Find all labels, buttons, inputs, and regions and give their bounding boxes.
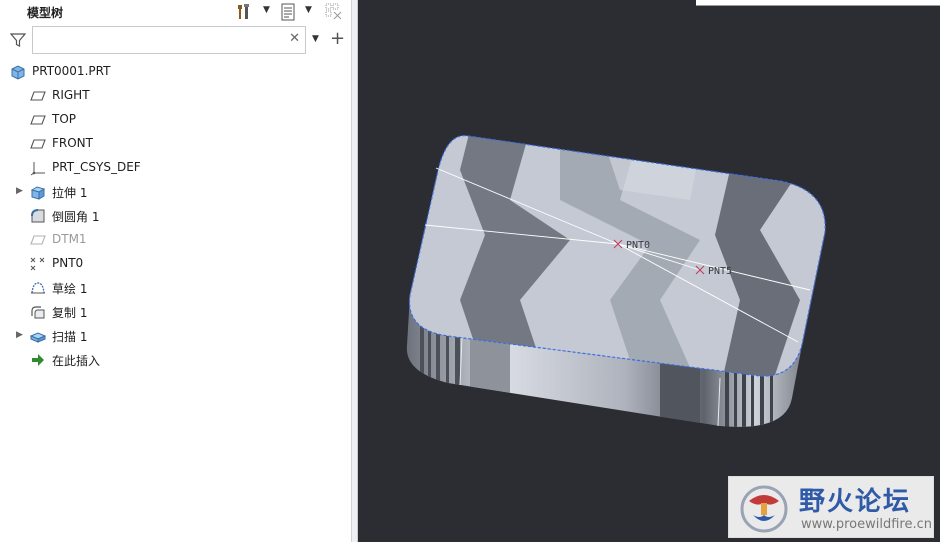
tree-item-label: PNT0 (52, 256, 84, 270)
insert-here-icon (30, 352, 46, 368)
show-settings-icon[interactable] (278, 2, 298, 22)
watermark-url: www.proewildfire.cn (801, 517, 932, 532)
tree-item[interactable]: DTM1 (0, 228, 352, 252)
model-tree: PRT0001.PRT RIGHT TOP FRONT PRT_CSYS_DEF ▶ 拉伸 … (0, 60, 352, 372)
tree-item-label: 倒圆角 1 (52, 210, 100, 224)
tree-item-label: FRONT (52, 136, 93, 150)
extrude-icon (30, 184, 46, 200)
floating-toolbar-edge (696, 0, 940, 6)
tree-item-label: 在此插入 (52, 354, 101, 368)
tools-icon[interactable] (234, 2, 254, 22)
tree-item[interactable]: PRT_CSYS_DEF (0, 156, 352, 180)
tree-item[interactable]: ▶ 扫描 1 (0, 324, 352, 348)
tree-item-label: PRT_CSYS_DEF (52, 160, 141, 174)
forum-watermark: 野火论坛 www.proewildfire.cn (728, 476, 934, 538)
layer-tree-icon[interactable] (324, 2, 344, 22)
copy-icon (30, 304, 46, 320)
search-options-dropdown-icon[interactable]: ▼ (312, 34, 319, 44)
tree-item[interactable]: 倒圆角 1 (0, 204, 352, 228)
point-label-pnt5: PNT5 (708, 266, 732, 277)
csys-icon (30, 160, 46, 176)
tree-item[interactable]: 草绘 1 (0, 276, 352, 300)
datum-plane-icon (30, 112, 46, 128)
show-dropdown-icon[interactable]: ▼ (305, 5, 312, 15)
watermark-title: 野火论坛 (799, 487, 912, 517)
tree-item-label: 扫描 1 (52, 330, 88, 344)
search-field[interactable]: ✕ (32, 26, 306, 54)
part-icon (10, 64, 26, 80)
datum-plane-icon (30, 136, 46, 152)
tools-dropdown-icon[interactable]: ▼ (263, 5, 270, 15)
model-tree-panel: 模型树 ▼ ▼ ✕ ▼ + PRT0001.PRT RIGHT TOP FRON… (0, 0, 352, 542)
tree-item[interactable]: 在此插入 (0, 348, 352, 372)
sketch-icon (30, 280, 46, 296)
datum-plane-icon (30, 232, 46, 248)
panel-title: 模型树 (27, 6, 64, 20)
tree-item-label: 草绘 1 (52, 282, 88, 296)
round-icon (30, 208, 46, 224)
point-label-pnt0: PNT0 (626, 240, 650, 251)
tree-item[interactable]: 复制 1 (0, 300, 352, 324)
tree-item-label: PRT0001.PRT (32, 64, 111, 78)
tree-item[interactable]: PRT0001.PRT (0, 60, 352, 84)
clear-search-icon[interactable]: ✕ (289, 31, 300, 46)
tree-item[interactable]: ▶ 拉伸 1 (0, 180, 352, 204)
datum-plane-icon (30, 88, 46, 104)
expand-arrow-icon[interactable]: ▶ (16, 330, 23, 340)
add-icon[interactable]: + (330, 28, 345, 49)
expand-arrow-icon[interactable]: ▶ (16, 186, 23, 196)
tree-item-label: 复制 1 (52, 306, 88, 320)
tree-item[interactable]: PNT0 (0, 252, 352, 276)
filter-icon[interactable] (9, 32, 27, 52)
model-canvas[interactable]: PNT0 PNT5 (358, 0, 940, 542)
tree-item-label: RIGHT (52, 88, 90, 102)
tree-item[interactable]: TOP (0, 108, 352, 132)
tree-item-label: TOP (52, 112, 77, 126)
panel-header: 模型树 ▼ ▼ (0, 0, 352, 24)
tree-item[interactable]: RIGHT (0, 84, 352, 108)
graphics-viewport[interactable]: PNT0 PNT5 (358, 0, 940, 542)
tree-item[interactable]: FRONT (0, 132, 352, 156)
tree-item-label: 拉伸 1 (52, 186, 88, 200)
tree-item-label: DTM1 (52, 232, 87, 246)
datum-point-icon (30, 256, 46, 272)
search-input[interactable] (33, 27, 283, 53)
sweep-icon (29, 328, 47, 344)
app-window: 模型树 ▼ ▼ ✕ ▼ + PRT0001.PRT RIGHT TOP FRON… (0, 0, 940, 542)
forum-logo-icon (740, 485, 788, 533)
filter-row: ✕ ▼ + (0, 26, 352, 56)
